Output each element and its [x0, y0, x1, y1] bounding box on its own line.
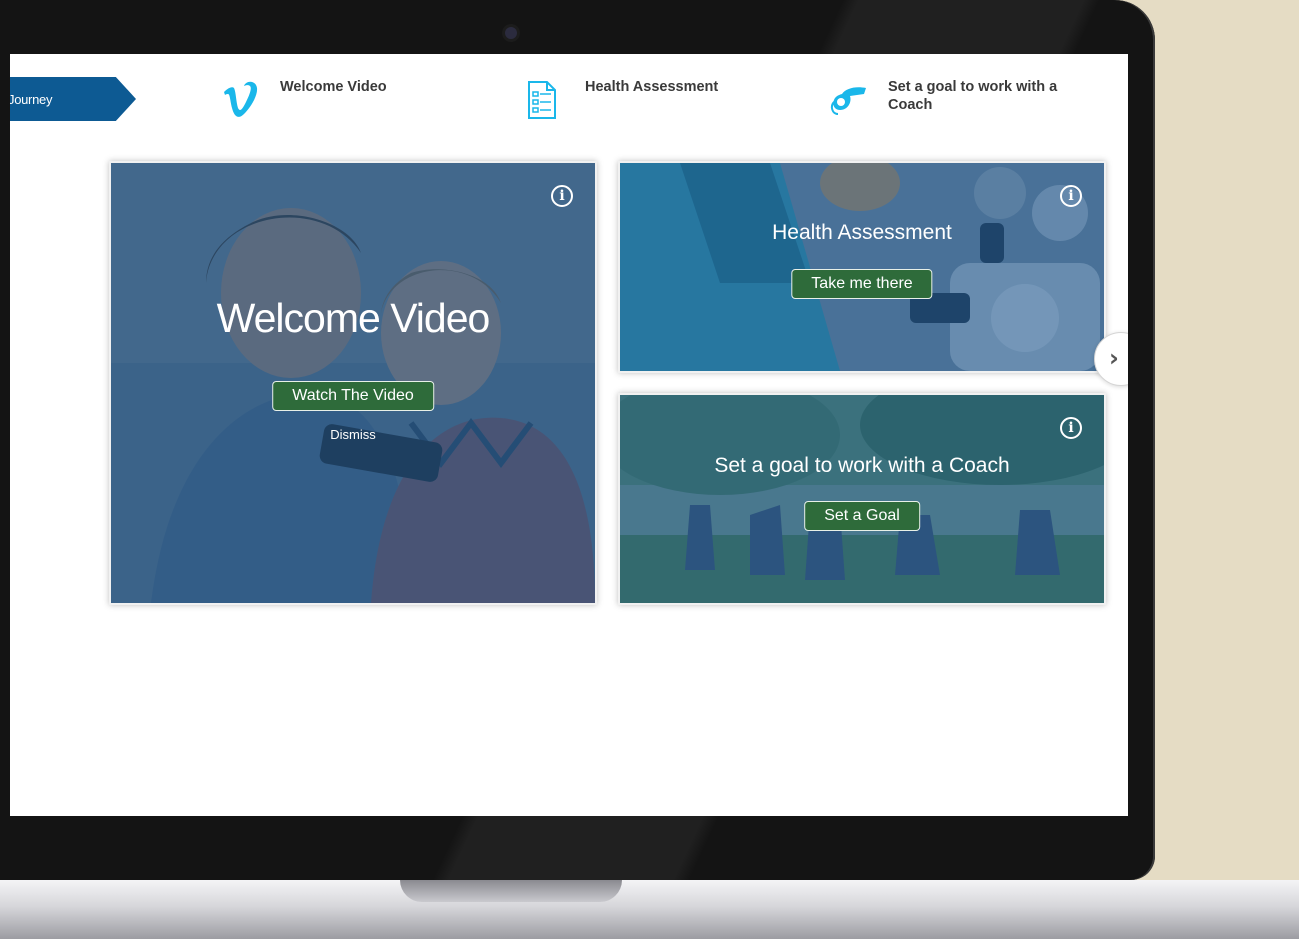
- welcome-video-card: i Welcome Video Watch The Video Dismiss: [109, 161, 597, 605]
- dismiss-link[interactable]: Dismiss: [111, 427, 595, 442]
- whistle-icon: [830, 87, 866, 115]
- step-label: Set a goal to work with a Coach: [888, 79, 1058, 113]
- info-icon[interactable]: i: [551, 185, 573, 207]
- step-health-assessment[interactable]: Health Assessment: [525, 78, 718, 120]
- webcam: [505, 27, 517, 39]
- blue-overlay: [620, 395, 1104, 603]
- checklist-icon: [528, 81, 556, 119]
- step-label: Health Assessment: [585, 79, 719, 95]
- blue-overlay: [620, 163, 1104, 371]
- step-set-goal[interactable]: Set a goal to work with a Coach: [828, 78, 1088, 120]
- set-goal-button[interactable]: Set a Goal: [804, 501, 920, 531]
- journey-label: Journey: [10, 91, 53, 107]
- journey-tab[interactable]: Journey: [10, 77, 136, 121]
- take-me-there-button[interactable]: Take me there: [791, 269, 933, 299]
- card-title: Health Assessment: [772, 221, 952, 244]
- app-screen: Journey Welcome Video Health Assessment: [10, 54, 1128, 816]
- info-icon[interactable]: i: [1060, 185, 1082, 207]
- card-title: Set a goal to work with a Coach: [714, 454, 1010, 477]
- step-label: Welcome Video: [280, 79, 387, 95]
- health-assessment-card: i Health Assessment Take me there: [618, 161, 1106, 373]
- vimeo-icon: [224, 81, 258, 117]
- laptop-base: [0, 880, 1299, 939]
- journey-progress-bar: Journey Welcome Video Health Assessment: [10, 54, 1128, 154]
- set-goal-card: i Set a goal to work with a Coach Set a …: [618, 393, 1106, 605]
- laptop-notch: [400, 880, 622, 902]
- info-icon[interactable]: i: [1060, 417, 1082, 439]
- watch-video-button[interactable]: Watch The Video: [272, 381, 434, 411]
- card-title: Welcome Video: [216, 295, 491, 341]
- step-welcome-video[interactable]: Welcome Video: [220, 78, 387, 120]
